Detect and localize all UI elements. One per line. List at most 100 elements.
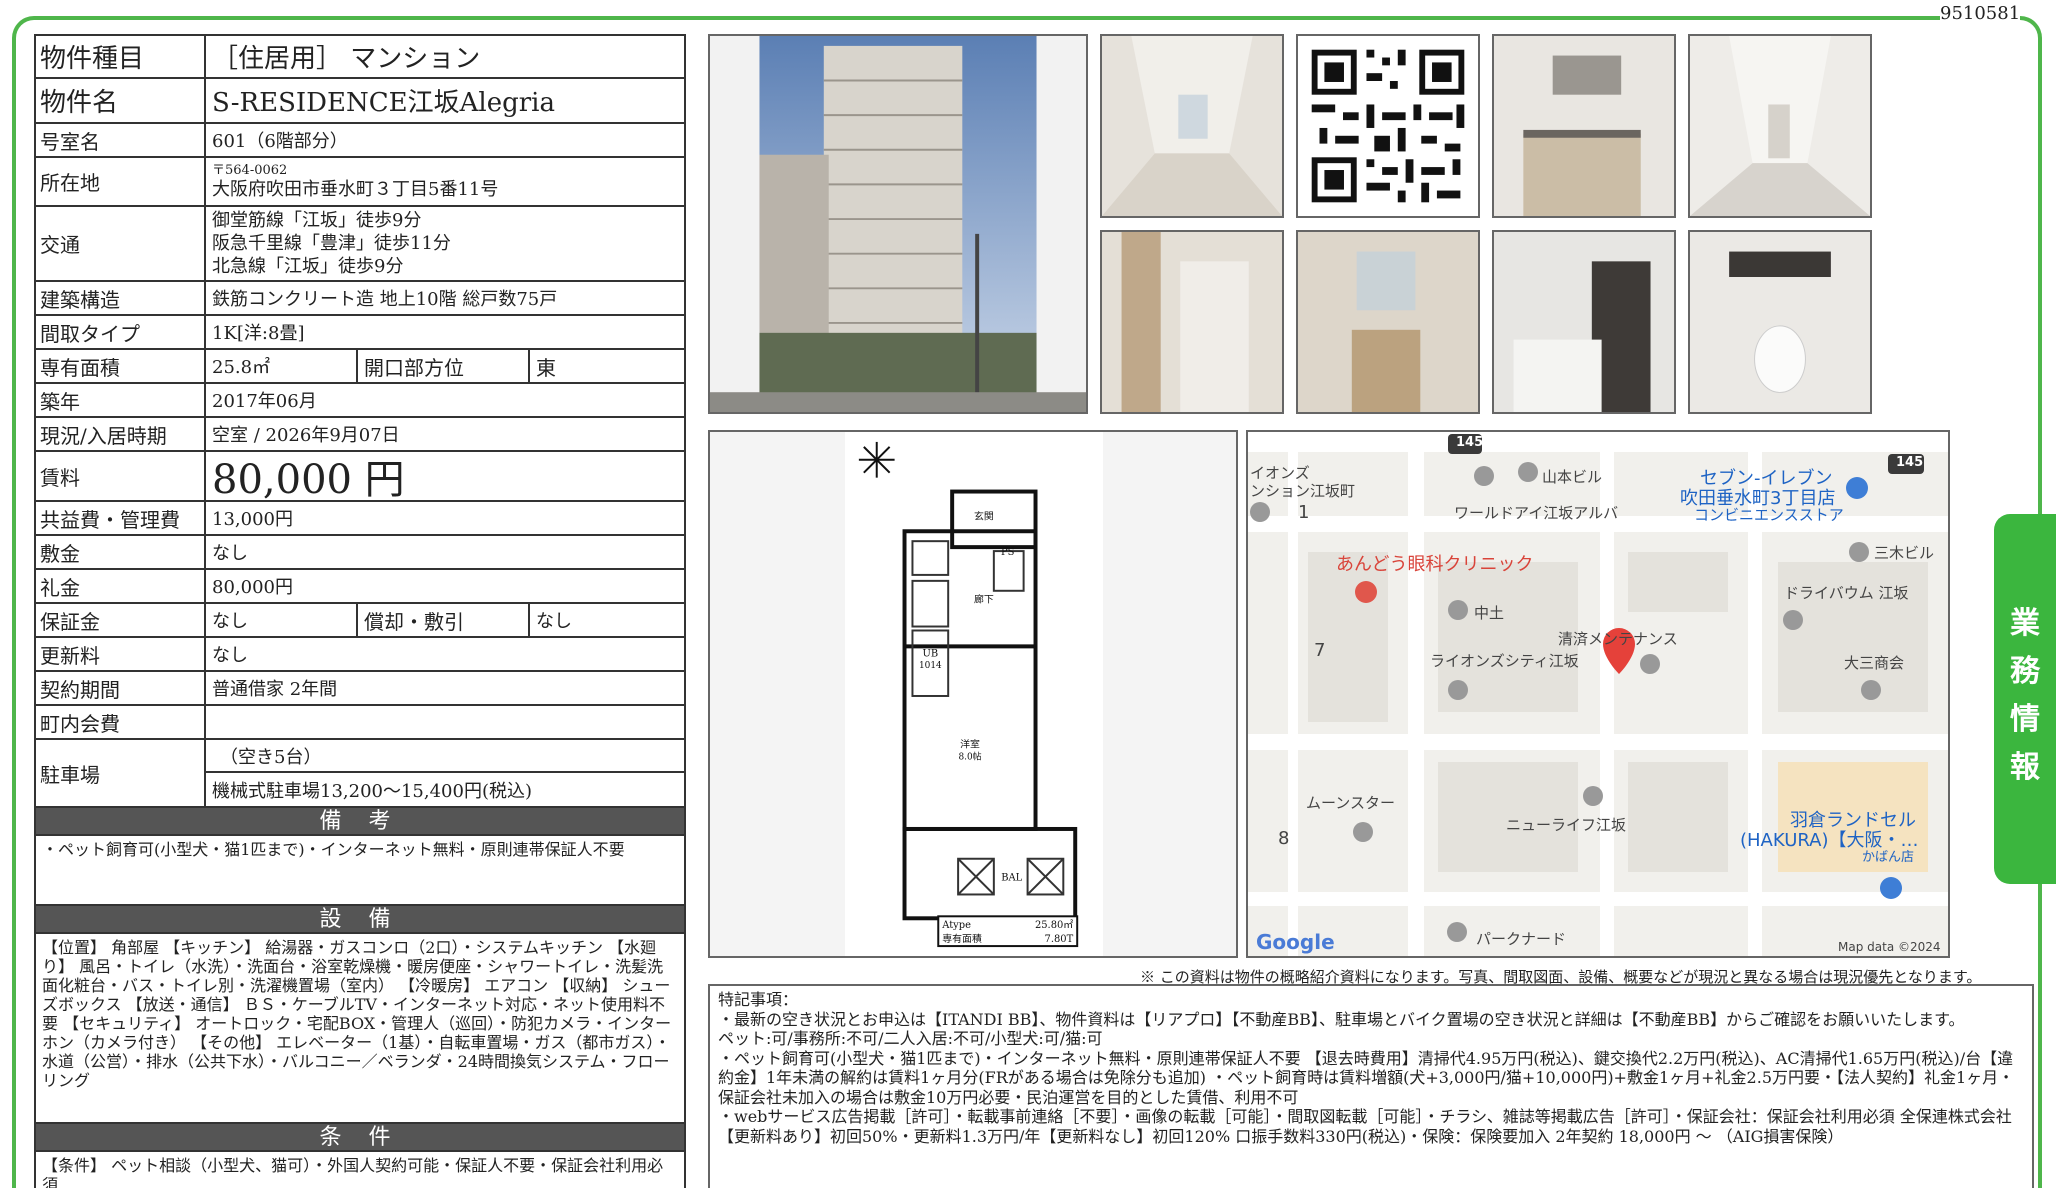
value: （空き5台）	[206, 740, 684, 773]
value	[206, 706, 684, 738]
row-contract: 契約期間 普通借家 2年間	[34, 672, 686, 706]
label: 礼金	[36, 570, 206, 602]
floor-plan: 玄関 廊下 PS UB 1014 洋室 8.0帖 BAL Atype 専有面積 …	[708, 430, 1238, 958]
value: ［住居用］ マンション	[212, 44, 481, 74]
washroom-photo	[1296, 230, 1480, 414]
tab-char: 報	[2010, 750, 2040, 785]
label: 開口部方位	[358, 350, 530, 382]
row-key-money: 礼金 80,000円	[34, 570, 686, 604]
row-name: 物件名 S-RESIDENCE江坂Alegria	[34, 79, 686, 124]
traffic-line: 阪急千里線「豊津」徒歩11分	[212, 233, 451, 254]
room-photo	[1100, 34, 1284, 218]
row-rent: 賃料 80,000 円	[34, 452, 686, 503]
location-map[interactable]: 145 145 イオンズ ンション江坂町 山本ビル ワールドアイ江坂アルバ セブ…	[1246, 430, 1950, 958]
map-label: 清済メンテナンス	[1558, 630, 1678, 648]
note-line: ・webサービス広告掲載［許可］・転載事前連絡［不要］・画像の転載［可能］・間取…	[718, 1107, 2012, 1146]
fp-entrance: 玄関	[974, 509, 994, 522]
value: 〒564-0062 大阪府吹田市垂水町３丁目5番11号	[206, 158, 684, 205]
row-built: 築年 2017年06月	[34, 384, 686, 418]
row-renewal: 更新料 なし	[34, 638, 686, 672]
label: 町内会費	[36, 706, 206, 738]
map-label: パークナード	[1476, 930, 1567, 948]
facilities-text: 【位置】 角部屋 【キッチン】 給湯器・ガスコンロ（2口）・システムキッチン 【…	[34, 934, 686, 1124]
google-logo: Google	[1256, 930, 1335, 954]
fp-hall: 廊下	[974, 593, 994, 606]
rent-value: 80,000 円	[212, 457, 405, 503]
property-table: 物件種目 ［住居用］ マンション 物件名 S-RESIDENCE江坂Alegri…	[34, 34, 686, 1188]
map-label: ニューライフ江坂	[1506, 816, 1627, 834]
hallway-photo	[1688, 34, 1872, 218]
note-line: ・最新の空き状況とお申込は【ITANDI BB】、物件資料は【リアプロ】【不動産…	[718, 1009, 1965, 1029]
map-label: 中土	[1474, 604, 1505, 622]
label: 償却・敷引	[358, 604, 530, 636]
map-label: ワールドアイ江坂アルバ	[1454, 504, 1619, 522]
block-number: 8	[1278, 828, 1290, 849]
kitchen-photo	[1492, 34, 1676, 218]
label: 契約期間	[36, 672, 206, 704]
special-notes: 特記事項： ・最新の空き状況とお申込は【ITANDI BB】、物件資料は【リアプ…	[708, 984, 2034, 1188]
road-number: 145	[1456, 435, 1484, 450]
row-traffic: 交通 御堂筋線「江坂」徒歩9分 阪急千里線「豊津」徒歩11分 北急線「江坂」徒歩…	[34, 207, 686, 282]
map-label: ライオンズシティ江坂	[1430, 652, 1579, 670]
tab-char: 務	[2010, 654, 2040, 689]
value: なし	[536, 611, 572, 632]
value: 80,000円	[212, 577, 293, 598]
postal-code: 〒564-0062	[212, 162, 288, 178]
document-id: 9510581	[1940, 0, 2020, 28]
toilet-photo	[1688, 230, 1872, 414]
map-label: ンション江坂町	[1250, 482, 1356, 500]
label: 駐車場	[36, 740, 206, 806]
label: 現況/入居時期	[36, 418, 206, 450]
label: 賃料	[36, 452, 206, 500]
label: 物件名	[36, 79, 206, 122]
row-structure: 建築構造 鉄筋コンクリート造 地上10階 総戸数75戸	[34, 282, 686, 316]
value: 601（6階部分）	[212, 131, 348, 152]
fp-type: Atype	[941, 920, 971, 931]
map-label: 山本ビル	[1542, 468, 1603, 486]
conditions-header: 条 件	[34, 1124, 686, 1152]
row-address: 所在地 〒564-0062 大阪府吹田市垂水町３丁目5番11号	[34, 158, 686, 207]
value: 東	[536, 355, 556, 380]
label: 所在地	[36, 158, 206, 205]
traffic-line: 北急線「江坂」徒歩9分	[212, 256, 404, 277]
note-line: ・ペット飼育可(小型犬・猫1匹まで)・インターネット無料・原則連帯保証人不要 【…	[718, 1048, 2015, 1107]
facilities-header: 設 備	[34, 906, 686, 934]
note-line: 特記事項：	[718, 990, 799, 1009]
closet-photo	[1100, 230, 1284, 414]
value: なし	[206, 604, 358, 636]
label: 敷金	[36, 536, 206, 568]
building-exterior-photo	[708, 34, 1088, 414]
address: 大阪府吹田市垂水町３丁目5番11号	[212, 178, 499, 200]
block-number: 1	[1298, 502, 1310, 523]
label: 保証金	[36, 604, 206, 636]
qr-code[interactable]	[1296, 34, 1480, 218]
fp-room: 洋室	[960, 738, 980, 751]
value: なし	[212, 543, 248, 564]
label: 共益費・管理費	[36, 502, 206, 534]
traffic-line: 御堂筋線「江坂」徒歩9分	[212, 210, 422, 231]
row-deposit: 敷金 なし	[34, 536, 686, 570]
bathroom-photo	[1492, 230, 1676, 414]
fp-room-size: 8.0帖	[958, 751, 981, 763]
map-label: 大三商会	[1844, 654, 1905, 672]
fp-area1: 25.80㎡	[1035, 919, 1073, 931]
fp-ub: UB	[923, 648, 939, 659]
value: 普通借家 2年間	[212, 679, 338, 700]
label: 号室名	[36, 124, 206, 156]
label: 交通	[36, 207, 206, 280]
label: 建築構造	[36, 282, 206, 314]
map-label: ドライバウム 江坂	[1784, 584, 1909, 602]
row-layout: 間取タイプ 1K[洋:8畳]	[34, 316, 686, 350]
map-attribution: Map data ©2024	[1838, 940, 1941, 954]
row-town-fee: 町内会費	[34, 706, 686, 740]
fp-ps: PS	[1001, 547, 1015, 558]
value: なし	[212, 645, 248, 666]
fp-ub-size: 1014	[919, 661, 942, 671]
row-parking: 駐車場 （空き5台） 機械式駐車場13,200〜15,400円(税込)	[34, 740, 686, 808]
business-info-tab[interactable]: 業 務 情 報	[1994, 514, 2056, 884]
value: 13,000円	[212, 509, 293, 530]
label: 専有面積	[36, 350, 206, 382]
label: 更新料	[36, 638, 206, 670]
map-label: あんどう眼科クリニック	[1336, 554, 1534, 575]
map-label: コンビニエンスストア	[1694, 506, 1844, 524]
